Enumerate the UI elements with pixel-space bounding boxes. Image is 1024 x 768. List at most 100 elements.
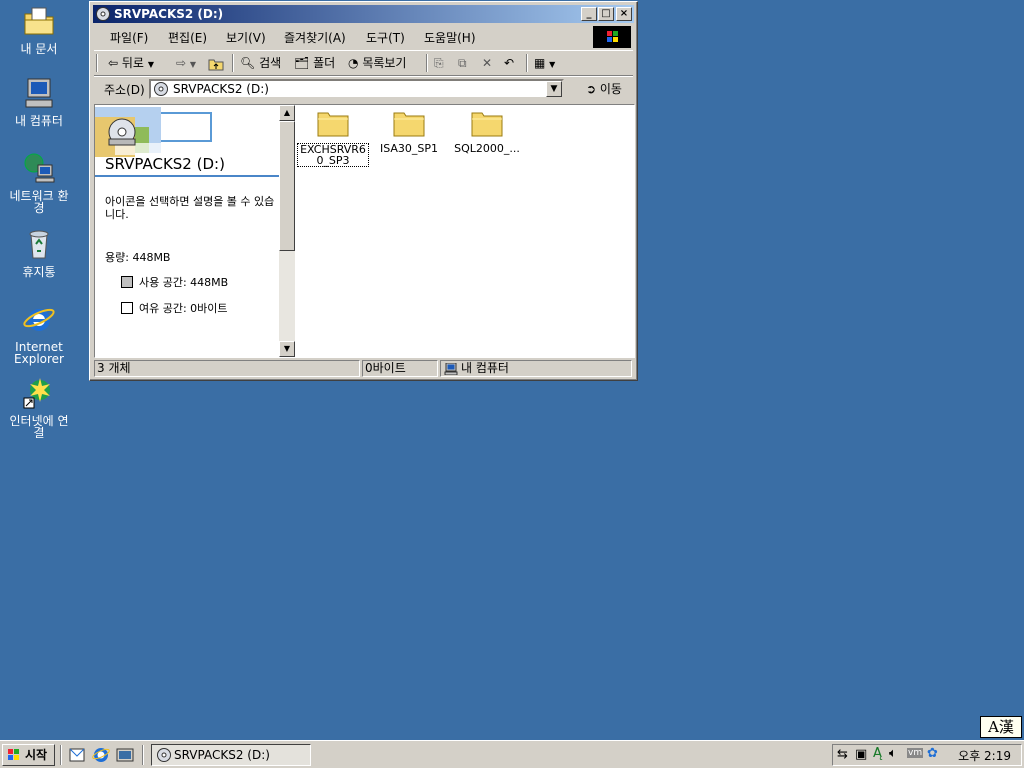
web-view-pane: SRVPACKS2 (D:) 아이콘을 선택하면 설명을 볼 수 있습니다. 용… [95,105,279,357]
copy-to-button[interactable]: ⧉ [458,54,467,72]
ie-icon [23,308,55,331]
used-space-label: 사용 공간: 448MB [139,276,229,289]
explorer-window: SRVPACKS2 (D:) _ □ × 파일(F) 편집(E) 보기(V) 즐… [89,1,638,381]
history-button[interactable]: ◔ 목록보기 [348,54,406,72]
go-arrow-icon: ➲ [586,82,597,96]
views-button[interactable]: ▦ ▼ [534,54,555,72]
back-dropdown-icon: ▼ [147,60,154,69]
scroll-up-button[interactable]: ▲ [279,105,295,121]
quicklaunch-outlook[interactable] [68,746,86,764]
volume-icon[interactable]: 🔈︎ [889,746,897,761]
address-input[interactable]: SRVPACKS2 (D:) ▼ [149,79,564,99]
desktop-icon-my-documents[interactable]: 내 문서 [4,4,74,55]
minimize-button[interactable]: _ [581,7,597,21]
desktop-icon-internet-explorer[interactable]: Internet Explorer [4,302,74,365]
delete-button[interactable]: ✕ [482,54,492,72]
windows-flag-icon [8,749,19,760]
cd-drive-icon [96,7,110,21]
desktop-icon-label: 휴지통 [22,265,56,279]
cd-drive-icon [108,118,136,146]
windows-logo [593,26,631,48]
menu-edit[interactable]: 편집(E) [168,29,207,46]
status-size: 0바이트 [362,360,438,377]
scroll-up-icon: ▲ [283,108,291,117]
start-button[interactable]: 시작 [2,744,55,766]
move-to-button[interactable]: ⎘ [434,54,444,72]
folder-item[interactable]: ISA30_SP1 [371,109,447,154]
address-label: 주소(D) [104,83,145,97]
standard-toolbar: ⇦ 뒤로 ▼ ⇨ ▼ 🔍︎ 검색 🗂︎ 폴더 ◔ 목록보기 ⎘ ⧉ ✕ ↶ ▦ … [94,50,633,76]
connect-internet-icon [23,378,50,409]
taskbar-window-label: SRVPACKS2 (D:) [174,748,270,762]
undo-button[interactable]: ↶ [504,54,514,72]
scroll-down-icon: ▼ [283,344,291,353]
title-bar[interactable]: SRVPACKS2 (D:) _ □ × [93,5,634,23]
clock: 오후 2:19 [958,749,1011,763]
views-icon: ▦ [534,56,546,70]
desktop-icon-label: 인터넷에 연결 [9,414,69,440]
scroll-down-button[interactable]: ▼ [279,341,295,357]
folder-label-selected: EXCHSRVR6 0_SP3 [297,143,369,167]
menu-tools[interactable]: 도구(T) [366,29,405,46]
menu-help[interactable]: 도움말(H) [424,29,476,46]
desktop-icon-recycle-bin[interactable]: 휴지통 [4,227,74,278]
monitor-tray-icon[interactable]: ▣ [855,747,867,762]
menu-bar: 파일(F) 편집(E) 보기(V) 즐겨찾기(A) 도구(T) 도움말(H) [94,26,633,48]
chevron-down-icon: ▼ [550,84,558,94]
menu-view[interactable]: 보기(V) [226,29,266,46]
drive-title: SRVPACKS2 (D:) [105,155,225,173]
status-zone: 내 컴퓨터 [440,360,632,377]
folder-label: ISA30_SP1 [379,142,439,155]
folder-icon [317,112,349,137]
folder-item[interactable]: EXCHSRVR6 0_SP3 [295,109,371,167]
quicklaunch-show-desktop[interactable] [116,746,134,764]
ie-icon [92,748,110,762]
scroll-thumb[interactable] [279,121,295,251]
toolbar-separator [526,54,528,72]
folder-label: SQL2000_... [454,142,520,155]
content-area: SRVPACKS2 (D:) 아이콘을 선택하면 설명을 볼 수 있습니다. 용… [94,104,635,358]
delete-icon: ✕ [482,56,493,70]
status-bar: 3 개체 0바이트 내 컴퓨터 [94,360,633,378]
ime-indicator[interactable]: A漢 [980,716,1022,738]
search-button[interactable]: 🔍︎ 검색 [240,54,281,72]
messenger-icon[interactable]: ✿ [927,746,938,761]
windows-flag-icon [607,31,618,42]
go-button[interactable]: ➲ 이동 [586,80,622,98]
folder-label-line2: 0_SP3 [316,154,350,167]
left-pane-scrollbar[interactable]: ▲ ▼ [279,105,295,357]
close-button[interactable]: × [616,7,632,21]
history-label: 목록보기 [362,56,407,70]
taskbar-window-button[interactable]: SRVPACKS2 (D:) [151,744,311,766]
quicklaunch-ie[interactable] [92,746,110,764]
copy-to-icon: ⧉ [458,56,467,70]
up-folder-button[interactable] [208,54,224,72]
system-tray: ⇆ ▣ Ą 🔈︎ vm ✿ 오후 2:19 [832,744,1022,766]
ime-tray-icon[interactable]: Ą [873,746,882,761]
vmware-tools-icon[interactable]: vm [907,748,924,758]
views-dropdown-icon: ▼ [549,60,556,69]
menu-file[interactable]: 파일(F) [110,29,148,46]
forward-dropdown-icon: ▼ [189,60,197,69]
taskbar: 시작 SRVPACKS2 (D:) ⇆ ▣ Ą 🔈︎ vm ✿ 오후 2:19 [0,740,1024,768]
folder-item[interactable]: SQL2000_... [449,109,525,154]
my-computer-icon [444,363,458,375]
cd-drive-icon [154,82,168,96]
desktop-icon-label: 네트워크 환경 [9,189,69,215]
maximize-button[interactable]: □ [598,7,614,21]
folders-icon: 🗂︎ [294,56,310,70]
address-dropdown-button[interactable]: ▼ [546,81,562,97]
my-documents-icon [24,7,54,35]
status-object-count: 3 개체 [94,360,360,377]
toolbar-separator [232,54,234,72]
back-arrow-icon: ⇦ [108,56,119,70]
desktop-icon-network[interactable]: 네트워크 환경 [4,151,74,214]
desktop-icon-my-computer[interactable]: 내 컴퓨터 [4,76,74,127]
back-button[interactable]: ⇦ 뒤로 ▼ [108,54,154,72]
menu-favorites[interactable]: 즐겨찾기(A) [284,29,346,46]
forward-button[interactable]: ⇨ ▼ [176,54,196,72]
desktop-icon-connect-internet[interactable]: 인터넷에 연결 [4,376,74,439]
address-value: SRVPACKS2 (D:) [173,82,269,96]
folders-button[interactable]: 🗂︎ 폴더 [294,54,335,72]
network-tray-icon[interactable]: ⇆ [837,747,848,762]
